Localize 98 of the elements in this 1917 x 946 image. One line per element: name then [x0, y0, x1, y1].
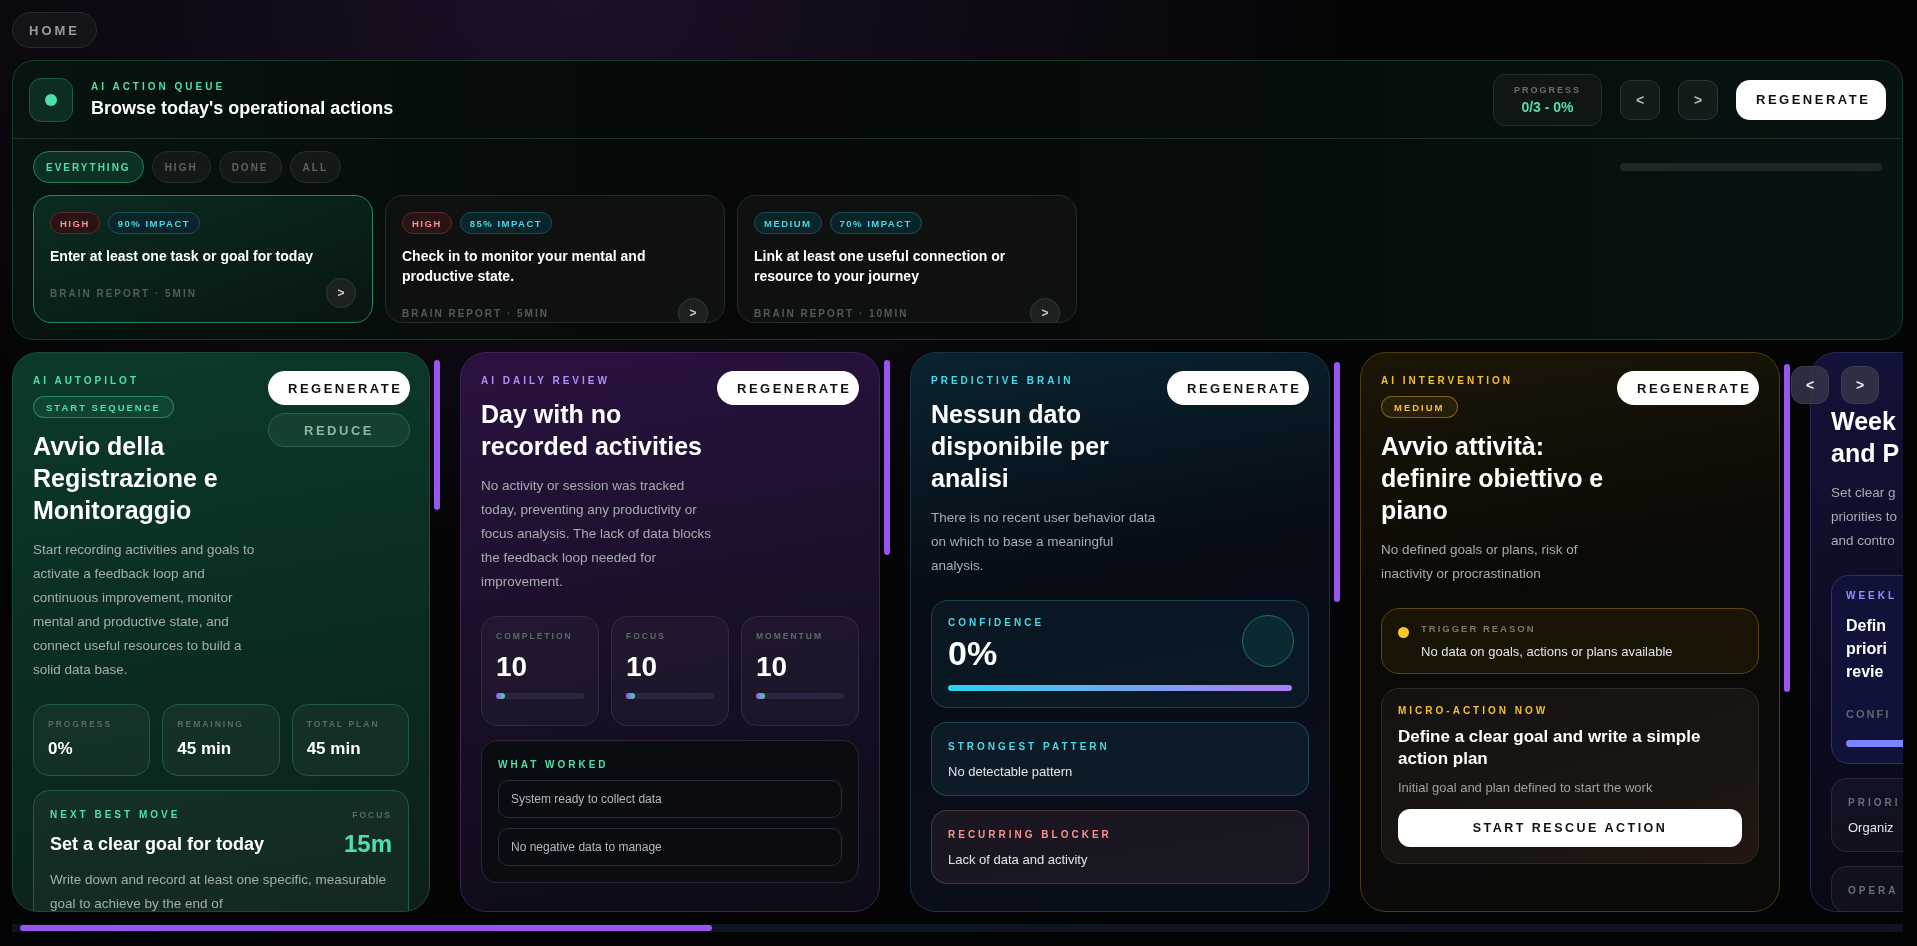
open-button[interactable]: >	[326, 278, 356, 308]
card-title: Nessun dato disponibile per analisi	[931, 399, 1110, 494]
confidence-label: CONFI	[1846, 708, 1891, 720]
metric-label: MOMENTUM	[756, 631, 823, 641]
action-text: Link at least one useful connection or resource to your journey	[754, 247, 1007, 286]
card-eyebrow: AI DAILY REVIEW	[481, 375, 610, 386]
focus-label: FOCUS	[352, 809, 392, 820]
note-label: STRONGEST PATTERN	[948, 741, 1110, 752]
stat-label: REMAINING	[177, 719, 244, 729]
card-title: Week and P	[1831, 406, 1901, 469]
note-label: PRIORI	[1848, 797, 1901, 808]
confidence-value: 0%	[948, 634, 998, 673]
start-rescue-button[interactable]: START RESCUE ACTION	[1398, 809, 1742, 847]
list-label: WHAT WORKED	[498, 759, 610, 770]
previous-button[interactable]: <	[1620, 79, 1660, 120]
card-description: No activity or session was tracked today, preventing any productivity or focus analysis. The lack of data blocks the feedback loop needed for improvement.	[481, 477, 713, 591]
filter-chip[interactable]: EVERYTHING	[33, 151, 144, 183]
note-text: No detectable pattern	[948, 764, 1073, 779]
metric-value: 10	[626, 651, 658, 683]
scroll-thumb[interactable]	[20, 925, 712, 931]
action-source: BRAIN REPORT · 5MIN	[402, 307, 549, 319]
list-item: System ready to collect data	[498, 780, 842, 818]
stat-value: 45 min	[306, 739, 361, 759]
action-text: Enter at least one task or goal for today	[50, 247, 314, 266]
card-eyebrow: PREDICTIVE BRAIN	[931, 375, 1074, 386]
confidence-label: CONFIDENCE	[948, 617, 1045, 628]
trigger-text: No data on goals, actions or plans available	[1421, 644, 1673, 659]
circle-icon	[1242, 615, 1294, 667]
scroll-thumb[interactable]	[884, 360, 890, 555]
carousel-next-button[interactable]: >	[1841, 366, 1879, 404]
carousel-previous-button[interactable]: <	[1791, 366, 1829, 404]
impact-tag: 70% IMPACT	[829, 212, 922, 234]
impact-tag: 90% IMPACT	[107, 212, 201, 234]
metric-value: 10	[496, 651, 528, 683]
card-description: Set clear g priorities to and contro	[1831, 484, 1899, 550]
status-icon	[29, 77, 73, 122]
scroll-thumb[interactable]	[434, 360, 440, 510]
trigger-label: TRIGGER REASON	[1421, 623, 1536, 634]
weekly-title: revie	[1846, 662, 1884, 682]
open-button[interactable]: >	[678, 298, 708, 322]
regenerate-button[interactable]: REGENERATE	[1736, 79, 1886, 120]
weekly-title: Defin	[1846, 616, 1886, 636]
stat-label: PROGRESS	[48, 719, 113, 729]
action-source: BRAIN REPORT · 10MIN	[754, 307, 909, 319]
next-button[interactable]: >	[1678, 79, 1718, 120]
card-title: Avvio attività: definire obiettivo e piano	[1381, 431, 1605, 526]
regenerate-button[interactable]: REGENERATE	[1617, 371, 1759, 405]
weekly-label: WEEKL	[1846, 590, 1898, 601]
note-text: Lack of data and activity	[948, 852, 1088, 867]
card-eyebrow: AI INTERVENTION	[1381, 375, 1514, 386]
card-badge: MEDIUM	[1381, 396, 1458, 418]
next-move-title: Set a clear goal for today	[50, 833, 265, 855]
progress-label: PROGRESS	[1514, 84, 1581, 95]
next-move-description: Write down and record at least one specific, measurable goal to achieve by the end of	[50, 871, 387, 911]
card-badge: START SEQUENCE	[33, 396, 174, 418]
scroll-thumb[interactable]	[1784, 364, 1790, 692]
regenerate-button[interactable]: REGENERATE	[1167, 371, 1309, 405]
card-description: Start recording activities and goals to activate a feedback loop and continuous improvement, monitor mental and productive state, and connect useful resources to build a solid data base.	[33, 541, 256, 679]
metric-label: COMPLETION	[496, 631, 573, 641]
priority-tag: MEDIUM	[754, 212, 822, 234]
priority-tag: HIGH	[50, 212, 100, 234]
stat-value: 0%	[48, 739, 73, 759]
regenerate-button[interactable]: REGENERATE	[717, 371, 859, 405]
card-description: There is no recent user behavior data on which to base a meaningful analysis.	[931, 509, 1157, 575]
card-title: Day with no recorded activities	[481, 399, 703, 462]
queue-eyebrow: AI ACTION QUEUE	[91, 80, 226, 92]
metric-value: 10	[756, 651, 788, 683]
status-dot	[1398, 627, 1409, 638]
list-item: No negative data to manage	[498, 828, 842, 866]
note-text: Organiz	[1848, 820, 1894, 835]
scroll-thumb[interactable]	[1334, 362, 1340, 602]
card-title: Avvio della Registrazione e Monitoraggio	[33, 431, 219, 526]
card-description: No defined goals or plans, risk of inactivity or procrastination	[1381, 541, 1579, 583]
home-button[interactable]: HOME	[12, 12, 97, 48]
weekly-title: priori	[1846, 639, 1887, 659]
regenerate-button[interactable]: REGENERATE	[268, 371, 410, 405]
micro-action-label: MICRO-ACTION NOW	[1398, 705, 1550, 716]
note-label: RECURRING BLOCKER	[948, 829, 1112, 840]
card-eyebrow: AI AUTOPILOT	[33, 375, 139, 386]
queue-title: Browse today's operational actions	[91, 97, 394, 119]
stat-value: 45 min	[177, 739, 232, 759]
progress-value: 0/3 - 0%	[1521, 98, 1574, 115]
micro-action-description: Initial goal and plan defined to start the work	[1398, 780, 1654, 795]
next-move-label: NEXT BEST MOVE	[50, 809, 181, 820]
action-card[interactable]: HIGH 85% IMPACT Check in to monitor your mental and productive state. BRAIN REPORT · 5MIN >	[385, 195, 725, 323]
micro-action-title: Define a clear goal and write a simple action plan	[1398, 726, 1702, 770]
action-card[interactable]: MEDIUM 70% IMPACT Link at least one useful connection or resource to your journey BRAIN REPORT · 10MIN >	[737, 195, 1077, 323]
impact-tag: 85% IMPACT	[459, 212, 553, 234]
metric-label: FOCUS	[626, 631, 666, 641]
action-card[interactable]: HIGH 90% IMPACT Enter at least one task or goal for today BRAIN REPORT · 5MIN >	[33, 195, 373, 323]
action-source: BRAIN REPORT · 5MIN	[50, 287, 197, 299]
note-label: OPERA	[1848, 885, 1899, 896]
priority-tag: HIGH	[402, 212, 452, 234]
reduce-button[interactable]: REDUCE	[268, 413, 410, 447]
open-button[interactable]: >	[1030, 298, 1060, 322]
focus-duration: 15m	[343, 830, 392, 858]
action-text: Check in to monitor your mental and productive state.	[402, 247, 647, 286]
stat-label: TOTAL PLAN	[306, 719, 380, 729]
